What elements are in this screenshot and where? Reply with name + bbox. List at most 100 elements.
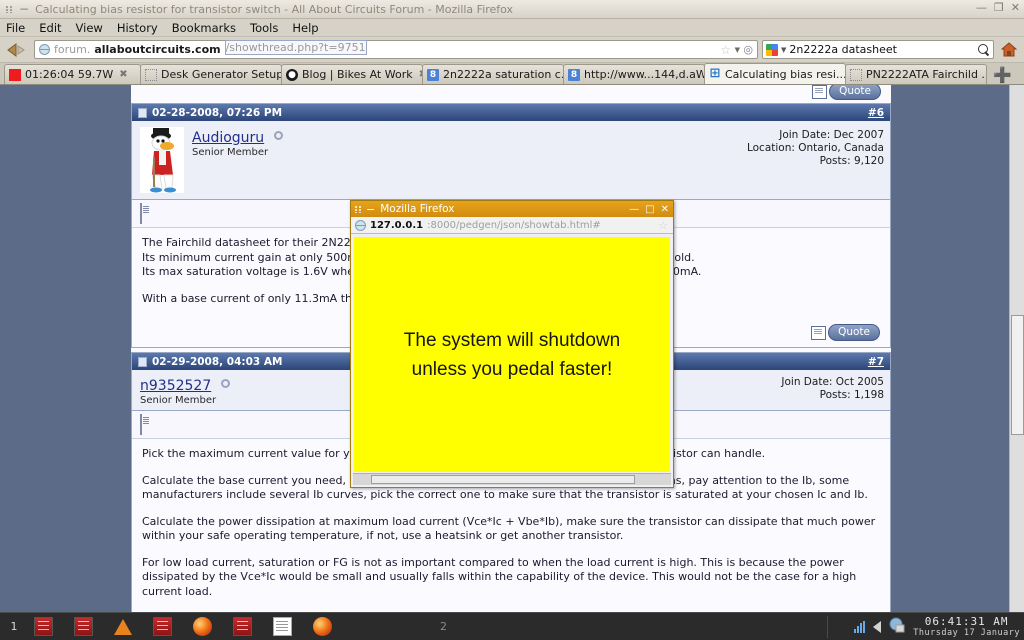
url-domain: allaboutcircuits.com bbox=[94, 43, 221, 56]
window-menu-icon[interactable]: − bbox=[19, 3, 29, 15]
clock-time: 06:41:31 AM bbox=[924, 615, 1009, 628]
terminal-icon[interactable] bbox=[153, 617, 172, 636]
red-square-icon bbox=[9, 68, 21, 81]
url-prefix: forum. bbox=[54, 43, 91, 56]
tab-label: 01:26:04 59.7W bbox=[25, 68, 114, 81]
post-footer-previous: Quote bbox=[131, 85, 891, 103]
quote-label: Quote bbox=[828, 324, 880, 341]
popup-page-content: The system will shutdown unless you peda… bbox=[354, 237, 670, 472]
tab-2n2222a-saturation[interactable]: 8 2n2222a saturation c... ✖ bbox=[422, 64, 564, 84]
search-icon[interactable] bbox=[977, 43, 990, 56]
divider bbox=[827, 615, 828, 638]
popup-close-button[interactable]: ✕ bbox=[661, 204, 669, 215]
search-input[interactable]: ▼ 2n2222a datasheet bbox=[762, 40, 994, 59]
menu-bar: File Edit View History Bookmarks Tools H… bbox=[0, 19, 1024, 37]
post-number-link[interactable]: #6 bbox=[868, 107, 884, 119]
network-signal-icon[interactable] bbox=[854, 620, 866, 633]
rss-feed-icon[interactable]: ◎ bbox=[743, 43, 753, 56]
quote-label: Quote bbox=[829, 85, 881, 100]
post-author-stats: Join Date: Dec 2007 Location: Ontario, C… bbox=[692, 121, 890, 199]
tab-label: Desk Generator Setup bbox=[161, 68, 282, 81]
chevron-down-icon[interactable]: ▼ bbox=[735, 46, 740, 54]
bookmark-star-icon[interactable]: ☆ bbox=[658, 219, 668, 232]
post-author-link[interactable]: n9352527 bbox=[140, 378, 211, 394]
popup-url-bar[interactable]: 127.0.0.1 :8000/pedgen/json/showtab.html… bbox=[351, 217, 673, 234]
window-grip-icon[interactable] bbox=[4, 4, 16, 15]
tab-desk-generator-setup[interactable]: Desk Generator Setup ✖ bbox=[140, 64, 282, 84]
site-globe-icon bbox=[39, 44, 50, 55]
menu-history[interactable]: History bbox=[117, 21, 166, 35]
new-tab-button[interactable]: ➕ bbox=[990, 66, 1015, 84]
tab-label: Calculating bias resi... bbox=[725, 67, 846, 81]
menu-file[interactable]: File bbox=[6, 21, 33, 35]
firefox-icon[interactable] bbox=[193, 617, 212, 636]
quote-button[interactable]: Quote bbox=[812, 85, 881, 100]
google-engine-icon[interactable] bbox=[766, 43, 778, 56]
post-author-block: Audioguru Senior Member Join Date: Dec 2… bbox=[132, 121, 890, 199]
post-type-icon bbox=[140, 414, 142, 435]
window-close-button[interactable]: ✕ bbox=[1011, 2, 1020, 14]
window-grip-icon[interactable] bbox=[354, 205, 364, 214]
post-author-role: Senior Member bbox=[140, 395, 217, 406]
vlc-cone-icon[interactable] bbox=[114, 618, 132, 635]
menu-help[interactable]: Help bbox=[292, 21, 326, 35]
tab-power-meter[interactable]: 01:26:04 59.7W ✖ bbox=[4, 64, 141, 84]
tab-calculating-bias-resistor[interactable]: ⊞ Calculating bias resi... ✖ bbox=[704, 63, 846, 84]
site-globe-icon bbox=[355, 219, 366, 231]
clock[interactable]: 06:41:31 AM Thursday 17 January bbox=[913, 615, 1020, 638]
google-icon: 8 bbox=[427, 68, 439, 81]
shutdown-message-line-1: The system will shutdown bbox=[403, 329, 621, 351]
document-icon[interactable] bbox=[273, 617, 292, 636]
firefox-icon[interactable] bbox=[313, 617, 332, 636]
dotted-square-icon bbox=[145, 68, 157, 81]
popup-url-host: 127.0.0.1 bbox=[370, 219, 424, 231]
terminal-icon[interactable] bbox=[233, 617, 252, 636]
window-minimize-button[interactable]: — bbox=[976, 2, 987, 14]
post-author-stats: Join Date: Oct 2005 Posts: 1,198 bbox=[692, 370, 890, 410]
terminal-icon[interactable] bbox=[34, 617, 53, 636]
url-bar[interactable]: forum. allaboutcircuits.com /showthread.… bbox=[34, 40, 758, 59]
quote-button[interactable]: Quote bbox=[811, 324, 880, 341]
user-status-icon bbox=[221, 379, 231, 388]
scrollbar-thumb[interactable] bbox=[1011, 315, 1024, 435]
volume-icon[interactable] bbox=[873, 620, 882, 633]
post-header: 02-28-2008, 07:26 PM #6 bbox=[132, 104, 890, 121]
window-menu-icon[interactable]: − bbox=[366, 204, 375, 215]
workspace-number-2[interactable]: 2 bbox=[440, 620, 447, 633]
system-tray: 06:41:31 AM Thursday 17 January bbox=[854, 615, 1020, 638]
post-number-link[interactable]: #7 bbox=[868, 356, 884, 368]
window-restore-button[interactable]: ❐ bbox=[994, 2, 1004, 14]
bookmark-star-icon[interactable]: ☆ bbox=[720, 43, 731, 57]
back-forward-icon[interactable] bbox=[4, 40, 30, 60]
popup-title: Mozilla Firefox bbox=[380, 203, 455, 215]
close-icon[interactable]: ✖ bbox=[119, 69, 127, 80]
quote-icon bbox=[811, 325, 827, 340]
menu-bookmarks[interactable]: Bookmarks bbox=[172, 21, 244, 35]
tab-google-search[interactable]: 8 http://www...144,d.aWM ✖ bbox=[563, 64, 705, 84]
vertical-scrollbar[interactable] bbox=[1009, 85, 1024, 612]
update-icon[interactable] bbox=[889, 617, 905, 637]
popup-titlebar[interactable]: − Mozilla Firefox — □ ✕ bbox=[351, 201, 673, 217]
menu-edit[interactable]: Edit bbox=[39, 21, 69, 35]
post-author-link[interactable]: Audioguru bbox=[192, 130, 264, 146]
tab-label: PN2222ATA Fairchild ... bbox=[866, 68, 987, 81]
avatar bbox=[140, 127, 184, 193]
home-button[interactable] bbox=[998, 40, 1020, 60]
post-author-role: Senior Member bbox=[192, 147, 269, 158]
tab-pn2222ata-fairchild[interactable]: PN2222ATA Fairchild ... ✖ bbox=[845, 64, 987, 84]
chevron-down-icon[interactable]: ▼ bbox=[781, 46, 786, 54]
popup-maximize-button[interactable]: □ bbox=[645, 204, 654, 215]
window-titlebar[interactable]: − Calculating bias resistor for transist… bbox=[0, 0, 1024, 19]
popup-firefox-window[interactable]: − Mozilla Firefox — □ ✕ 127.0.0.1 :8000/… bbox=[350, 200, 674, 488]
post-paragraph: For low load current, saturation or FG i… bbox=[142, 555, 857, 598]
search-query-text: 2n2222a datasheet bbox=[789, 43, 897, 56]
popup-horizontal-scrollbar[interactable] bbox=[353, 473, 671, 485]
terminal-icon[interactable] bbox=[74, 617, 93, 636]
scrollbar-thumb[interactable] bbox=[371, 475, 635, 484]
menu-tools[interactable]: Tools bbox=[250, 21, 286, 35]
popup-minimize-button[interactable]: — bbox=[629, 204, 639, 215]
menu-view[interactable]: View bbox=[76, 21, 111, 35]
tab-blog-bikes-at-work[interactable]: ● Blog | Bikes At Work ✖ bbox=[281, 64, 423, 84]
tab-label: http://www...144,d.aWM bbox=[584, 68, 705, 81]
workspace-number-1[interactable]: 1 bbox=[0, 620, 28, 633]
